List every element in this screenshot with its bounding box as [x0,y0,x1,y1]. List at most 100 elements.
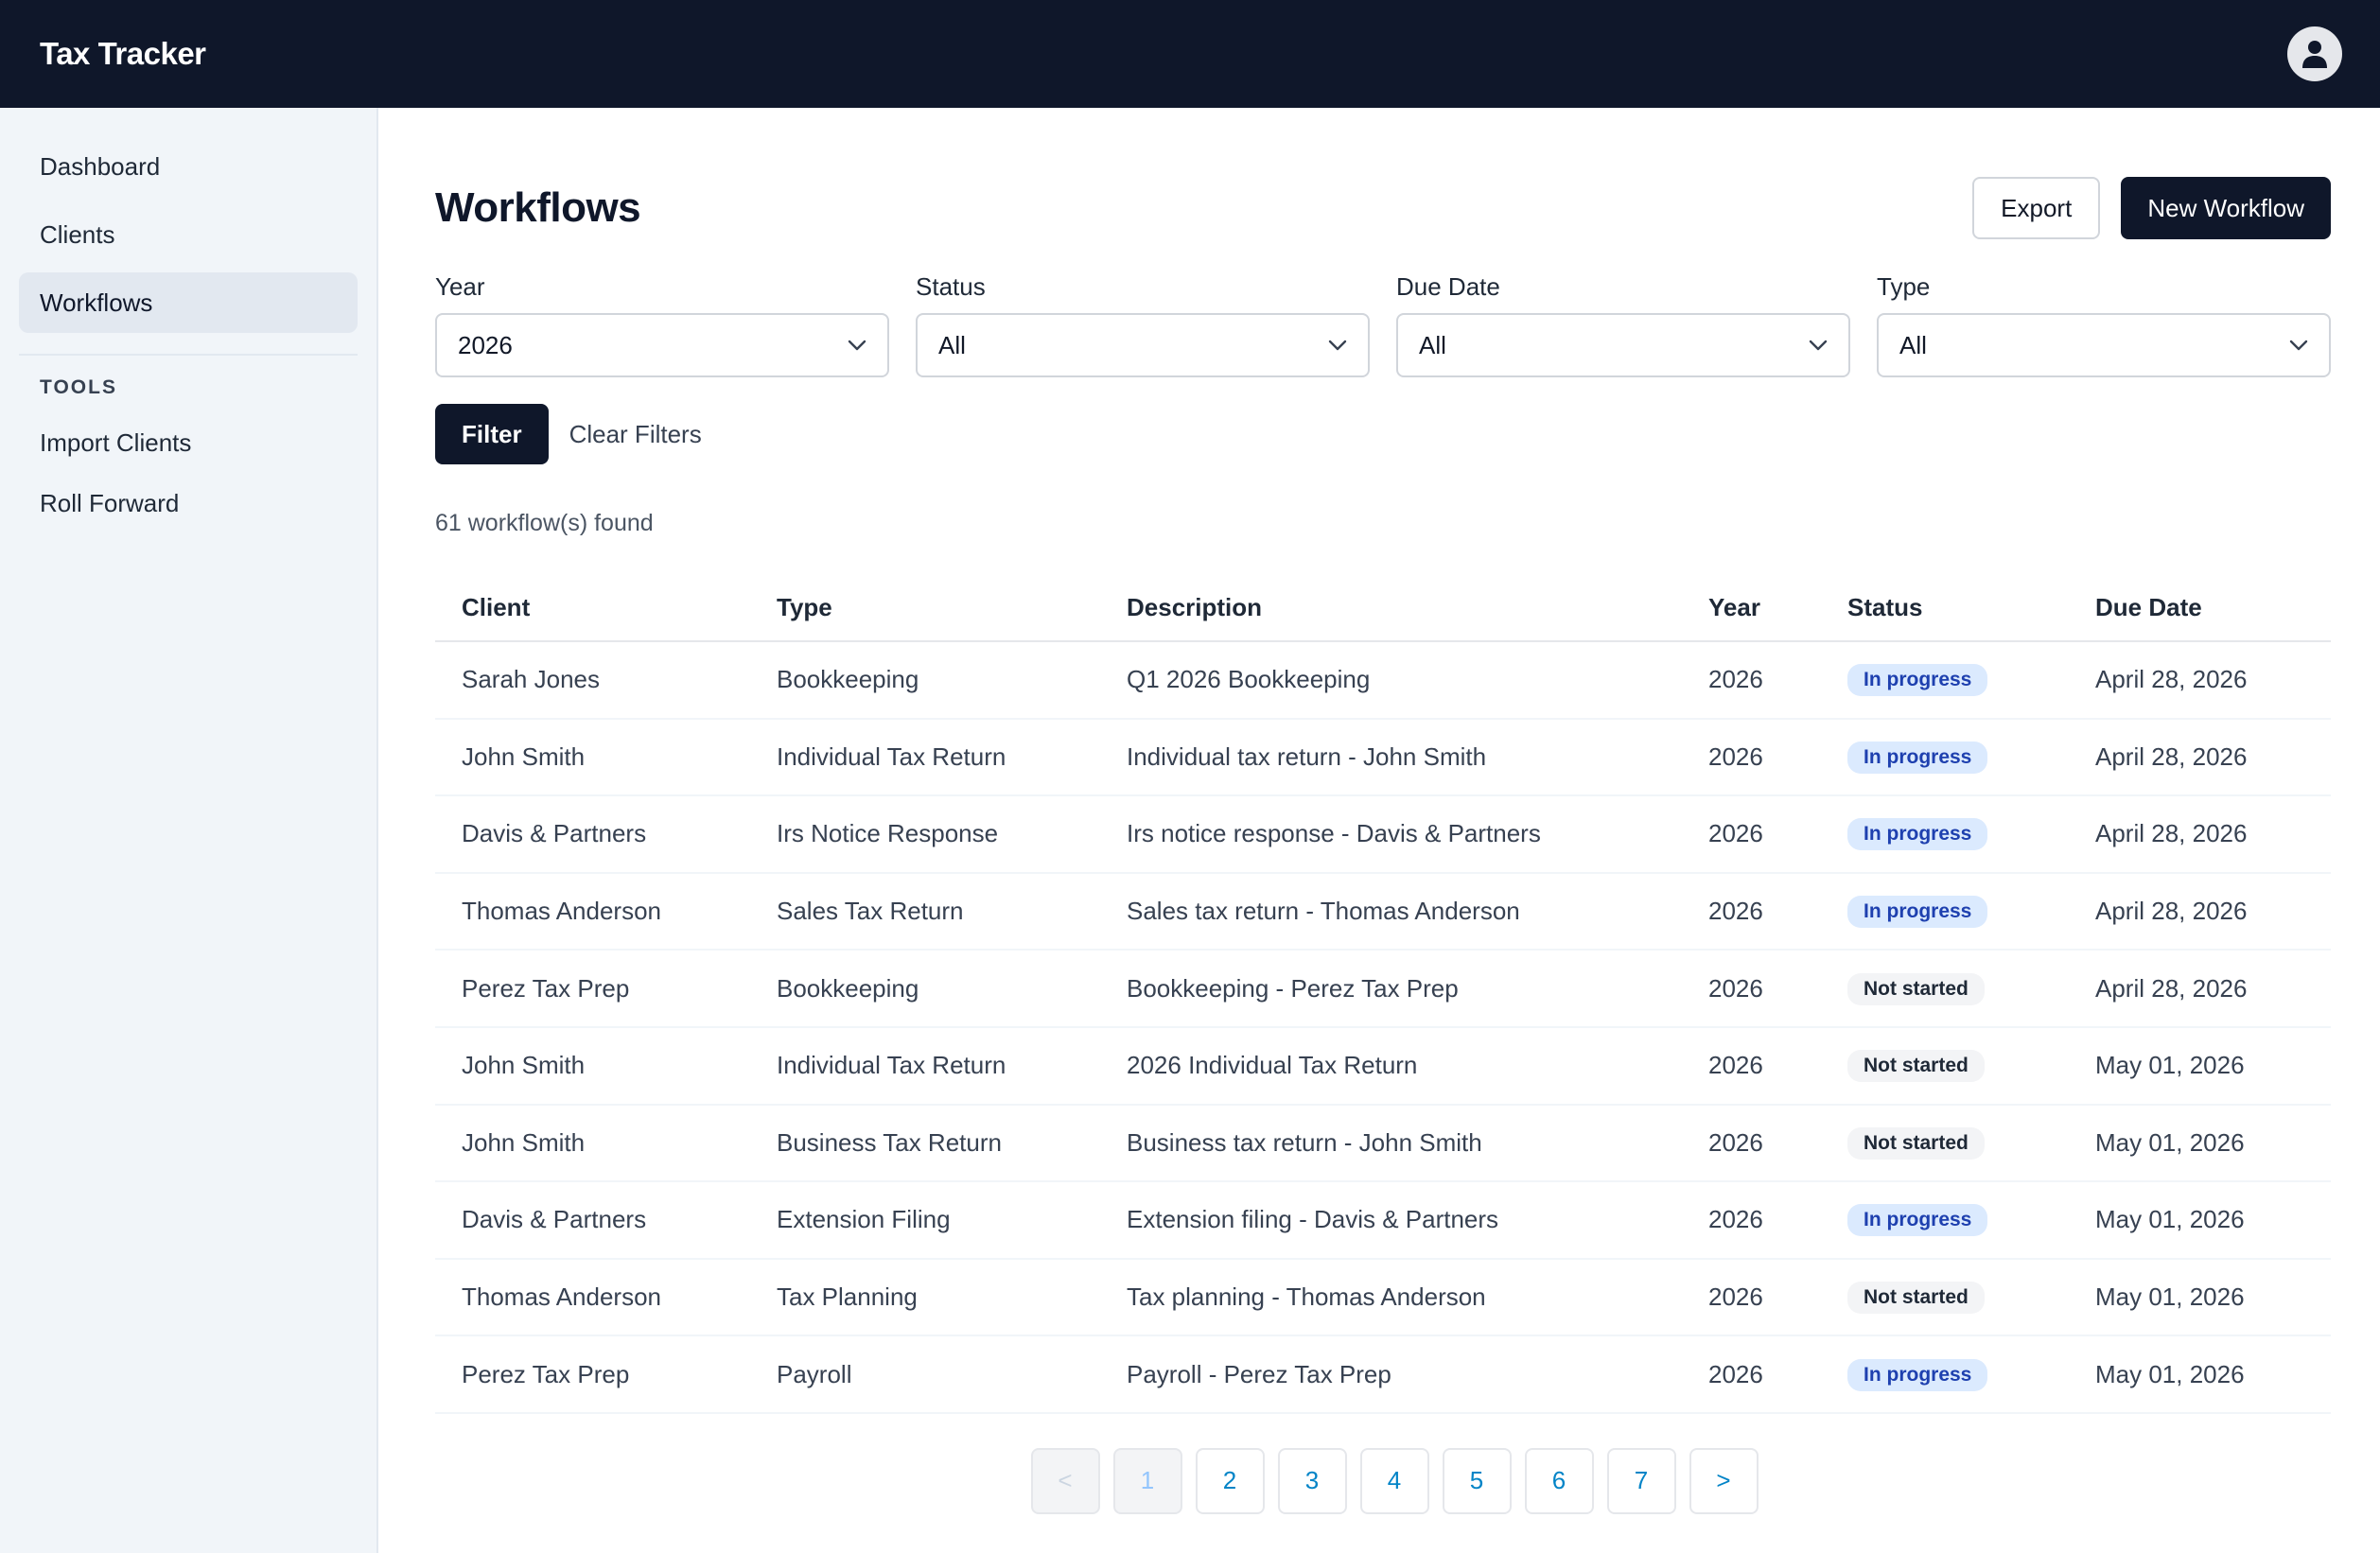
cell-client: Perez Tax Prep [435,950,750,1028]
cell-status: Not started [1821,1026,2069,1106]
user-icon [2302,41,2327,68]
cell-type: Extension Filing [750,1181,1100,1260]
column-header-due-date[interactable]: Due Date [2069,575,2331,642]
year-select[interactable]: 2026 [435,313,889,377]
pagination-page-4[interactable]: 4 [1359,1447,1429,1514]
pagination-page-3[interactable]: 3 [1277,1447,1347,1514]
header-actions: Export New Workflow [1972,177,2331,239]
cell-year: 2026 [1682,641,1821,720]
column-header-type[interactable]: Type [750,575,1100,642]
cell-type: Irs Notice Response [750,795,1100,874]
table-row[interactable]: Davis & Partners Extension Filing Extensio… [435,1181,2331,1260]
export-button[interactable]: Export [1972,177,2101,239]
cell-status: In progress [1821,872,2069,951]
cell-client: Thomas Anderson [435,1258,750,1337]
cell-client: Davis & Partners [435,795,750,874]
sidebar-item-workflows[interactable]: Workflows [19,272,358,333]
cell-year: 2026 [1682,1258,1821,1337]
table-row[interactable]: Thomas Anderson Tax Planning Tax planning … [435,1258,2331,1337]
cell-year: 2026 [1682,950,1821,1028]
top-bar: Tax Tracker [0,0,2380,108]
sidebar: Dashboard Clients Workflows TOOLS Import… [0,108,378,1553]
cell-client: Sarah Jones [435,641,750,720]
column-header-year[interactable]: Year [1682,575,1821,642]
cell-client: Perez Tax Prep [435,1335,750,1414]
table-row[interactable]: John Smith Business Tax Return Business ta… [435,1104,2331,1183]
table-row[interactable]: Thomas Anderson Sales Tax Return Sales tax… [435,872,2331,951]
type-select[interactable]: All [1877,313,2331,377]
table-header-row: Client Type Description Year Status Due … [435,575,2331,642]
cell-client: Davis & Partners [435,1181,750,1260]
sidebar-item-import-clients[interactable]: Import Clients [0,412,376,473]
cell-status: In progress [1821,795,2069,874]
cell-client: John Smith [435,1104,750,1183]
cell-status: Not started [1821,1104,2069,1183]
sidebar-item-dashboard[interactable]: Dashboard [19,136,358,197]
filter-status-label: Status [916,272,986,301]
cell-description: Irs notice response - Davis & Partners [1100,795,1682,874]
chevron-down-icon [1328,340,1347,351]
cell-type: Bookkeeping [750,950,1100,1028]
cell-status: In progress [1821,1181,2069,1260]
column-header-client[interactable]: Client [435,575,750,642]
filter-button[interactable]: Filter [435,404,549,464]
pagination-page-6[interactable]: 6 [1524,1447,1594,1514]
cell-status: In progress [1821,718,2069,797]
pagination-page-2[interactable]: 2 [1195,1447,1265,1514]
table-row[interactable]: Sarah Jones Bookkeeping Q1 2026 Bookkeepin… [435,641,2331,720]
due-date-select[interactable]: All [1396,313,1850,377]
status-badge: Not started [1847,972,1985,1005]
year-select-value: 2026 [458,330,513,359]
table-row[interactable]: John Smith Individual Tax Return 2026 Indi… [435,1026,2331,1106]
sidebar-item-clients[interactable]: Clients [19,204,358,265]
pagination-page-5[interactable]: 5 [1442,1447,1512,1514]
cell-due-date: May 01, 2026 [2069,1104,2331,1183]
cell-due-date: April 28, 2026 [2069,795,2331,874]
status-badge: In progress [1847,896,1988,929]
filter-due-date: Due Date All [1396,272,1850,377]
cell-status: In progress [1821,641,2069,720]
pagination-next-button[interactable]: > [1689,1447,1759,1514]
table-row[interactable]: Davis & Partners Irs Notice Response Irs n… [435,795,2331,874]
pagination-prev-button[interactable]: < [1030,1447,1100,1514]
cell-type: Bookkeeping [750,641,1100,720]
cell-year: 2026 [1682,1104,1821,1183]
cell-due-date: April 28, 2026 [2069,872,2331,951]
filter-type: Type All [1877,272,2331,377]
status-select[interactable]: All [916,313,1370,377]
cell-year: 2026 [1682,872,1821,951]
filters: Year 2026 Status All Due Date All Type A… [435,272,2331,377]
filter-due-date-label: Due Date [1396,272,1500,301]
table-row[interactable]: John Smith Individual Tax Return Individua… [435,718,2331,797]
cell-description: Tax planning - Thomas Anderson [1100,1258,1682,1337]
cell-type: Sales Tax Return [750,872,1100,951]
cell-description: Sales tax return - Thomas Anderson [1100,872,1682,951]
filter-status: Status All [916,272,1370,377]
clear-filters-button[interactable]: Clear Filters [569,420,702,449]
column-header-description[interactable]: Description [1100,575,1682,642]
column-header-status[interactable]: Status [1821,575,2069,642]
cell-due-date: May 01, 2026 [2069,1335,2331,1414]
cell-due-date: April 28, 2026 [2069,718,2331,797]
sidebar-section-tools: TOOLS [40,376,117,398]
cell-status: In progress [1821,1335,2069,1414]
cell-description: Individual tax return - John Smith [1100,718,1682,797]
status-badge: In progress [1847,741,1988,774]
pagination-page-7[interactable]: 7 [1606,1447,1676,1514]
cell-type: Individual Tax Return [750,718,1100,797]
new-workflow-button[interactable]: New Workflow [2121,177,2331,239]
cell-year: 2026 [1682,1335,1821,1414]
due-date-select-value: All [1419,330,1446,359]
user-avatar[interactable] [2287,26,2342,81]
cell-description: Business tax return - John Smith [1100,1104,1682,1183]
table-row[interactable]: Perez Tax Prep Bookkeeping Bookkeeping - P… [435,950,2331,1028]
status-badge: Not started [1847,1050,1985,1083]
pagination-page-1[interactable]: 1 [1112,1447,1182,1514]
cell-year: 2026 [1682,1181,1821,1260]
sidebar-item-roll-forward[interactable]: Roll Forward [0,473,376,533]
cell-description: Bookkeeping - Perez Tax Prep [1100,950,1682,1028]
table-row[interactable]: Perez Tax Prep Payroll Payroll - Perez Tax… [435,1335,2331,1414]
page-title: Workflows [435,184,641,231]
cell-status: Not started [1821,1258,2069,1337]
chevron-down-icon [2289,340,2308,351]
